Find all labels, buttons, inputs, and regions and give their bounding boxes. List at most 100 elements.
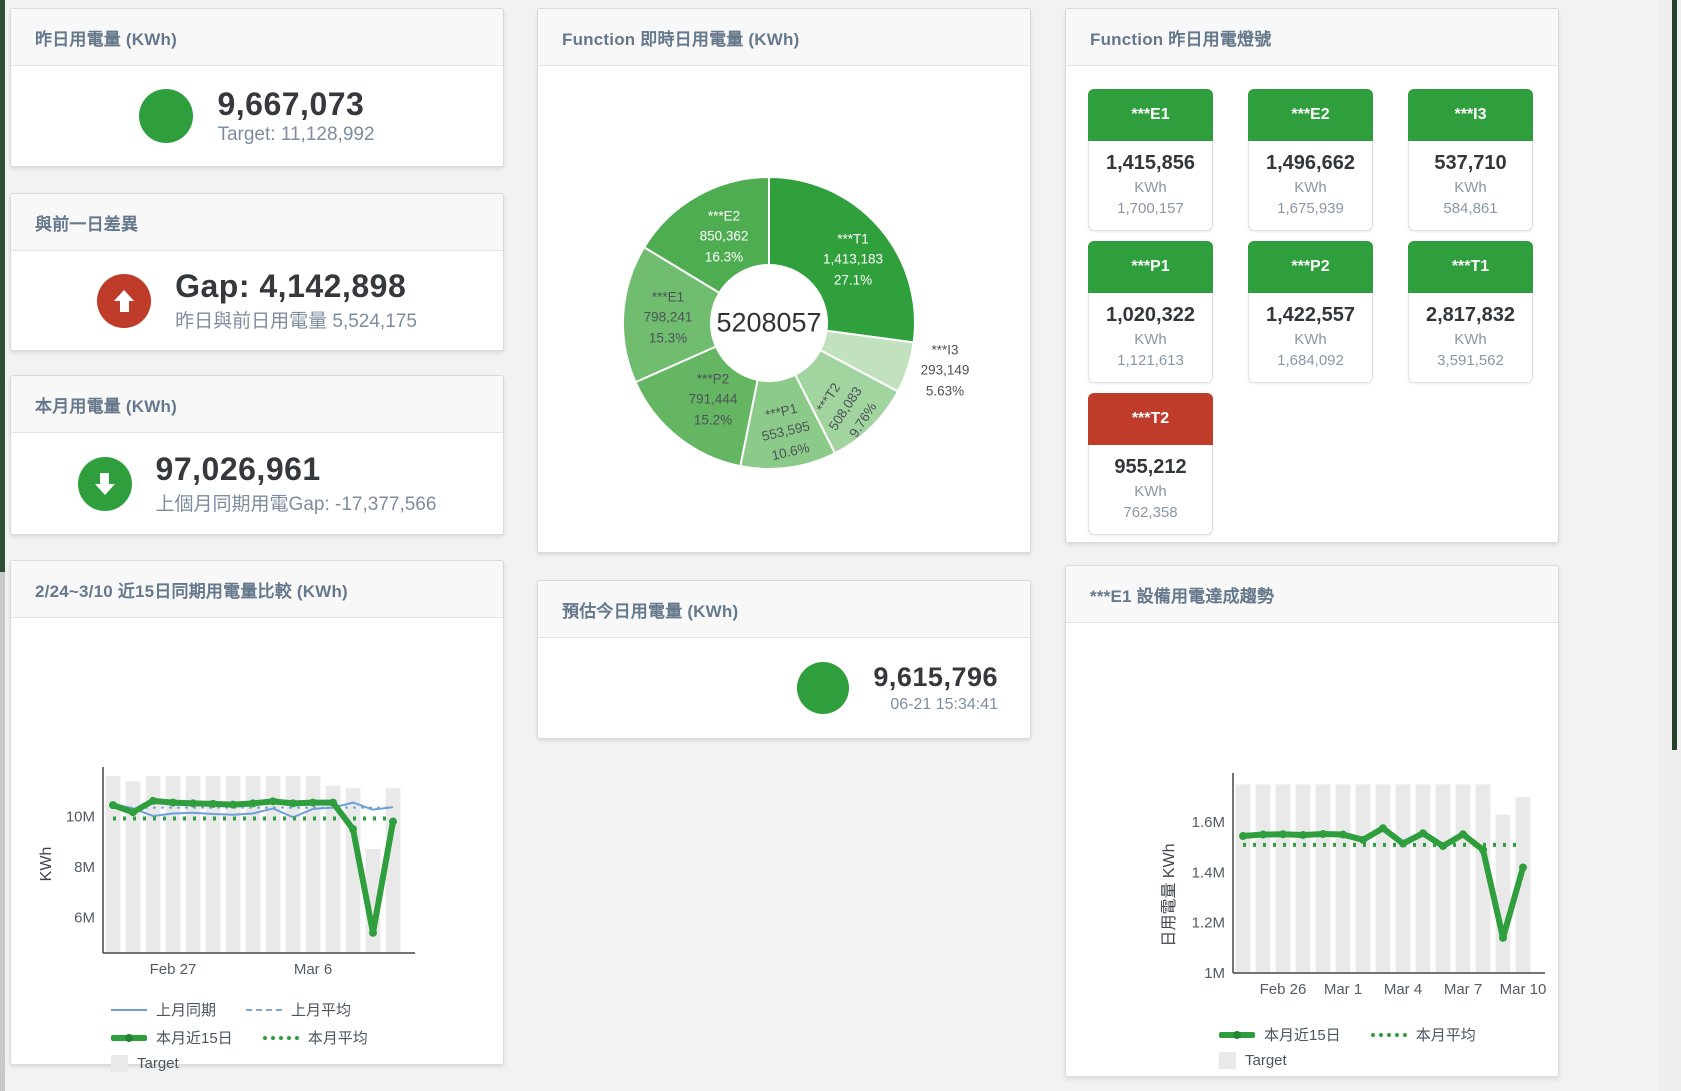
x-tick-label: Feb 26 — [1260, 981, 1307, 998]
blue-dash-swatch-icon — [246, 1009, 282, 1011]
stat-row: 97,026,961 上個月同期用電Gap: -17,377,566 — [11, 433, 503, 534]
legend-item[interactable]: 本月近15日 — [1219, 1024, 1341, 1045]
light-tile-header: ***E1 — [1088, 89, 1213, 141]
donut-slice-label: ***E1798,24115.3% — [644, 288, 693, 349]
target-bar — [1276, 785, 1291, 973]
series-point — [169, 799, 177, 807]
series-point — [329, 799, 337, 807]
light-tile-value: 1,422,557 — [1253, 304, 1368, 327]
light-tile-unit: KWh — [1253, 331, 1368, 348]
legend-item[interactable]: Target — [1219, 1052, 1287, 1069]
light-tile: ***T2 955,212 KWh 762,358 — [1088, 393, 1213, 535]
series-point — [1359, 836, 1367, 844]
arrow-down-icon — [78, 457, 132, 511]
legend-item[interactable]: 上月平均 — [246, 999, 351, 1020]
legend-label: Target — [1245, 1052, 1287, 1069]
left-edge-strip — [0, 0, 5, 572]
light-tile: ***I3 537,710 KWh 584,861 — [1408, 89, 1533, 231]
series-point — [1239, 832, 1247, 840]
target-bar — [1376, 785, 1391, 973]
y-axis-label: 日用電量 KWh — [1155, 843, 1179, 946]
x-tick-label: Mar 7 — [1444, 981, 1482, 998]
light-tile-header: ***P2 — [1248, 241, 1373, 293]
donut-center-total: 5208057 — [716, 308, 821, 339]
panel-title: Function 即時日用電量 (KWh) — [562, 25, 799, 50]
light-tile-value: 2,817,832 — [1413, 304, 1528, 327]
series-point — [1339, 831, 1347, 839]
light-tile-name: ***T1 — [1452, 258, 1489, 276]
donut-slice-label: ***E2850,36216.3% — [700, 207, 749, 268]
light-tile-value: 1,415,856 — [1093, 152, 1208, 175]
light-tile: ***E1 1,415,856 KWh 1,700,157 — [1088, 89, 1213, 231]
light-tile-header: ***T2 — [1088, 393, 1213, 445]
scrollbar-thumb[interactable] — [1672, 0, 1677, 750]
green-thick-swatch-icon — [1219, 1032, 1255, 1038]
y-tick-label: 8M — [74, 859, 95, 876]
legend-item[interactable]: 本月平均 — [263, 1027, 368, 1048]
panel-title: ***E1 設備用電達成趨勢 — [1090, 582, 1274, 607]
panel-title: 昨日用電量 (KWh) — [35, 25, 177, 50]
series-point — [229, 801, 237, 809]
series-point — [189, 799, 197, 807]
panel-yesterday-lights: Function 昨日用電燈號 ***E1 1,415,856 KWh 1,70… — [1065, 8, 1559, 543]
legend-item[interactable]: Target — [111, 1055, 179, 1072]
compare-line-chart[interactable]: 6M8M10MFeb 27Mar 6 — [29, 759, 427, 981]
light-tile-value: 1,496,662 — [1253, 152, 1368, 175]
light-tile-unit: KWh — [1093, 179, 1208, 196]
legend-item[interactable]: 上月同期 — [111, 999, 216, 1020]
light-tile-unit: KWh — [1093, 483, 1208, 500]
trend-line-chart[interactable]: 1M1.2M1.4M1.6MFeb 26Mar 1Mar 4Mar 7Mar 1… — [1159, 765, 1557, 999]
target-bar — [1396, 785, 1411, 973]
panel-e1-trend-chart: ***E1 設備用電達成趨勢 日用電量 KWh 1M1.2M1.4M1.6MFe… — [1065, 565, 1559, 1077]
series-point — [109, 801, 117, 809]
green-thick-swatch-icon — [111, 1035, 147, 1041]
status-circle-icon — [139, 89, 193, 143]
light-tile: ***E2 1,496,662 KWh 1,675,939 — [1248, 89, 1373, 231]
scrollbar-track[interactable] — [1658, 0, 1681, 1091]
series-point — [369, 929, 377, 937]
legend-item[interactable]: 本月近15日 — [111, 1027, 233, 1048]
light-tile-body: 1,496,662 KWh 1,675,939 — [1248, 141, 1373, 231]
series-point — [389, 818, 397, 826]
trend-chart-area: 日用電量 KWh 1M1.2M1.4M1.6MFeb 26Mar 1Mar 4M… — [1159, 765, 1557, 1069]
target-bar — [1356, 785, 1371, 973]
series-point — [249, 799, 257, 807]
light-tile-value: 537,710 — [1413, 152, 1528, 175]
light-tile-header: ***I3 — [1408, 89, 1533, 141]
x-tick-label: Feb 27 — [150, 961, 197, 978]
panel-header: 昨日用電量 (KWh) — [11, 9, 503, 66]
panel-title: Function 昨日用電燈號 — [1090, 25, 1271, 50]
panel-title: 預估今日用電量 (KWh) — [562, 597, 738, 622]
light-tile-value: 1,020,322 — [1093, 304, 1208, 327]
series-point — [1279, 830, 1287, 838]
stat-value: 9,615,796 — [873, 662, 998, 693]
arrow-up-icon — [97, 274, 151, 328]
light-tile-header: ***T1 — [1408, 241, 1533, 293]
gray-box-swatch-icon — [1219, 1052, 1236, 1069]
y-tick-label: 1.4M — [1192, 864, 1225, 881]
light-tile-name: ***I3 — [1454, 106, 1486, 124]
light-tile-body: 955,212 KWh 762,358 — [1088, 445, 1213, 535]
target-bar — [1236, 785, 1251, 973]
status-circle-icon — [797, 662, 849, 714]
series-point — [1419, 829, 1427, 837]
target-bar — [1296, 785, 1311, 973]
light-tile-target: 584,861 — [1413, 200, 1528, 217]
panel-header: Function 昨日用電燈號 — [1066, 9, 1558, 66]
blue-line-swatch-icon — [111, 1009, 147, 1011]
compare-legend: 上月同期 上月平均本月近15日 本月平均 Target — [111, 999, 449, 1072]
stat-value: Gap: 4,142,898 — [175, 268, 417, 305]
y-tick-label: 6M — [74, 910, 95, 927]
y-axis-label: KWh — [38, 847, 56, 882]
panel-yesterday-usage: 昨日用電量 (KWh) 9,667,073 Target: 11,128,992 — [10, 8, 504, 167]
light-tile-body: 1,020,322 KWh 1,121,613 — [1088, 293, 1213, 383]
stat-subtitle: Target: 11,128,992 — [217, 124, 374, 146]
panel-header: 2/24~3/10 近15日同期用電量比較 (KWh) — [11, 561, 503, 618]
series-point — [309, 799, 317, 807]
light-tile-name: ***E1 — [1131, 106, 1169, 124]
legend-label: 上月平均 — [291, 999, 351, 1020]
panel-header: 本月用電量 (KWh) — [11, 376, 503, 433]
light-tile-target: 1,700,157 — [1093, 200, 1208, 217]
lights-grid: ***E1 1,415,856 KWh 1,700,157 ***E2 1,49… — [1066, 66, 1558, 535]
legend-item[interactable]: 本月平均 — [1371, 1024, 1476, 1045]
